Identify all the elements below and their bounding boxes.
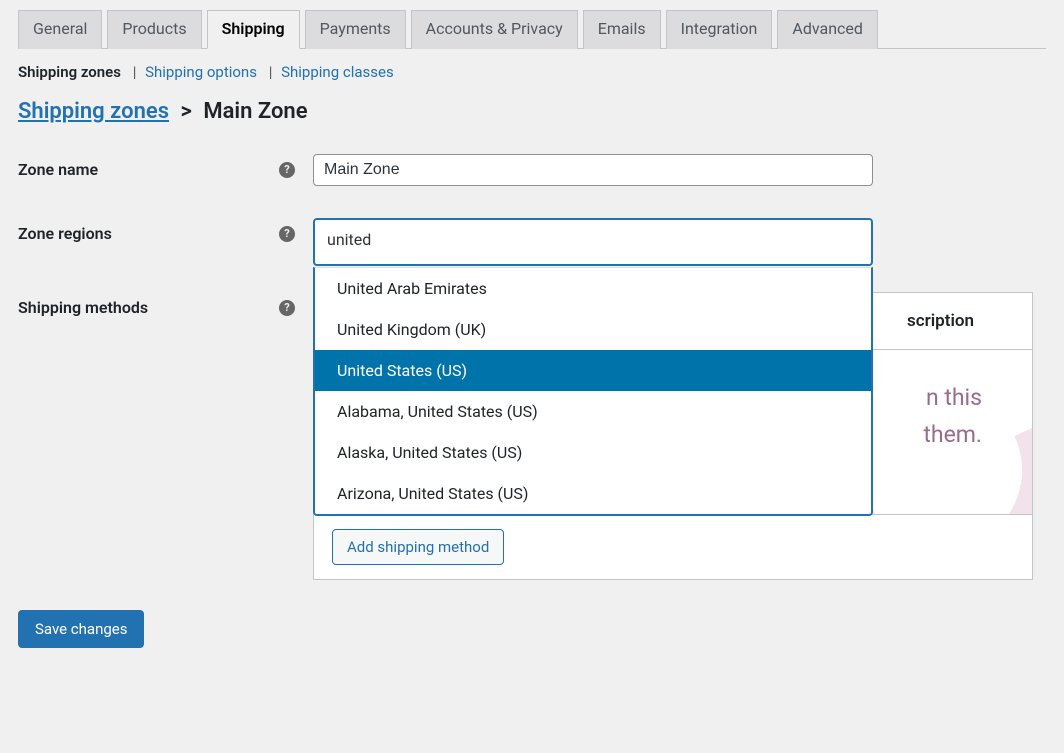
breadcrumb-shipping-zones-link[interactable]: Shipping zones <box>18 99 169 124</box>
breadcrumb-sep: > <box>174 99 197 124</box>
region-option[interactable]: Arizona, United States (US) <box>315 473 871 514</box>
tab-general[interactable]: General <box>18 10 102 49</box>
help-icon[interactable]: ? <box>279 162 295 178</box>
region-option[interactable]: United Arab Emirates <box>315 268 871 309</box>
tab-accounts-privacy[interactable]: Accounts & Privacy <box>411 10 578 49</box>
breadcrumb-current: Main Zone <box>203 99 307 124</box>
breadcrumb: Shipping zones > Main Zone <box>18 99 1046 124</box>
zone-regions-select[interactable]: united United Arab Emirates United Kingd… <box>313 218 873 266</box>
help-icon[interactable]: ? <box>279 226 295 242</box>
add-shipping-method-button[interactable]: Add shipping method <box>332 529 504 565</box>
zone-regions-dropdown[interactable]: United Arab Emirates United Kingdom (UK)… <box>313 267 873 516</box>
tab-payments[interactable]: Payments <box>305 10 406 49</box>
region-option-selected[interactable]: United States (US) <box>315 350 871 391</box>
shipping-subnav: Shipping zones | Shipping options | Ship… <box>18 63 1046 81</box>
tab-emails[interactable]: Emails <box>583 10 661 49</box>
subnav-sep: | <box>261 63 278 81</box>
subnav-shipping-zones[interactable]: Shipping zones <box>18 63 121 81</box>
tab-integration[interactable]: Integration <box>666 10 773 49</box>
tab-shipping[interactable]: Shipping <box>207 10 300 49</box>
zone-regions-label: Zone regions <box>18 224 112 243</box>
region-option[interactable]: United Kingdom (UK) <box>315 309 871 350</box>
subnav-shipping-options[interactable]: Shipping options <box>145 63 257 81</box>
subnav-shipping-classes[interactable]: Shipping classes <box>281 63 394 81</box>
zone-name-label: Zone name <box>18 160 98 179</box>
tab-advanced[interactable]: Advanced <box>777 10 878 49</box>
zone-name-input[interactable] <box>313 154 873 186</box>
save-changes-button[interactable]: Save changes <box>18 610 144 648</box>
settings-tabs: General Products Shipping Payments Accou… <box>18 10 1046 49</box>
zone-regions-search-text: united <box>327 230 371 249</box>
help-icon[interactable]: ? <box>279 300 295 316</box>
shipping-methods-label: Shipping methods <box>18 298 148 317</box>
tab-products[interactable]: Products <box>107 10 201 49</box>
subnav-sep: | <box>125 63 142 81</box>
region-option[interactable]: Alabama, United States (US) <box>315 391 871 432</box>
region-option[interactable]: Alaska, United States (US) <box>315 432 871 473</box>
